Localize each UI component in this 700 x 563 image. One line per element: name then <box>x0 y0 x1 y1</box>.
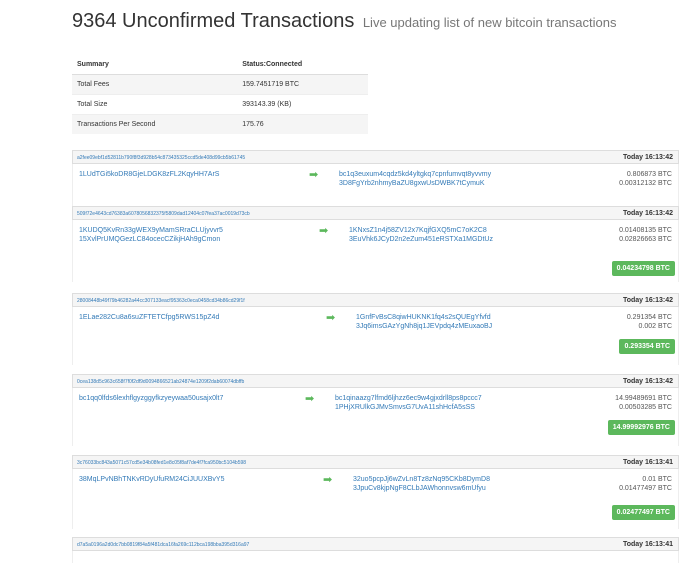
total-value-badge: 14.99992976 BTC <box>607 420 675 435</box>
total-value-badge: 0.04234798 BTC <box>611 261 675 276</box>
transaction-hash-link[interactable]: 0cea138d5c963c658f7f0f2df9d0094866521ab2… <box>77 379 244 385</box>
summary-value: 175.76 <box>237 114 368 134</box>
transaction-hash-link[interactable]: 509f72e4643cd76383a6078056832375f5809dad… <box>77 211 250 217</box>
transaction-outputs: bc1qinaazg7lfmd6ljhzz6ec9w4gjxdrll8ps8pc… <box>335 394 482 412</box>
transaction-header: a2fee09ebf1d52811b790f8f3d928b54c8734353… <box>72 150 679 164</box>
output-address-link[interactable]: 3Jq6imsGAzYgNh8jq1JEVpdq4zMEuxaoBJ <box>356 322 492 331</box>
transaction-time: Today 16:13:41 <box>622 459 673 466</box>
output-value: 0.00503285 BTC <box>619 404 672 411</box>
output-address-link[interactable]: bc1qinaazg7lfmd6ljhzz6ec9w4gjxdrll8ps8pc… <box>335 394 482 403</box>
transaction-values: 0.01408135 BTC 0.02826663 BTC <box>619 226 672 244</box>
transaction-inputs: 1ELae282Cu8a6suZFTETCfpg5RWS15pZ4d <box>79 313 219 322</box>
transaction-card: 3c76033bc843a5071c57cd5e34b08fed1e8c05f8… <box>72 455 679 529</box>
transaction-time: Today 16:13:42 <box>622 297 673 304</box>
summary-label: Total Size <box>72 94 238 115</box>
table-row: Total Fees 159.7451719 BTC <box>72 74 368 95</box>
output-address-link[interactable]: bc1q3euxum4cqdz5kd4yltgkq7cpnfumvqt8yvvm… <box>339 170 491 179</box>
transaction-hash-link[interactable]: 28008448b49f79b46282a44cc307133eacf95363… <box>77 298 245 304</box>
transaction-time: Today 16:13:41 <box>622 541 673 548</box>
transaction-header: 3c76033bc843a5071c57cd5e34b08fed1e8c05f8… <box>72 455 679 469</box>
transaction-time: Today 16:13:42 <box>622 154 673 161</box>
input-address-link[interactable]: 1ELae282Cu8a6suZFTETCfpg5RWS15pZ4d <box>79 313 219 322</box>
output-address-link[interactable]: 1KNxsZ1n4j58ZV12x7KqjfGXQ5mC7oK2C8 <box>349 226 493 235</box>
arrow-right-icon: ➡ <box>323 474 333 486</box>
transaction-card: a2fee09ebf1d52811b790f8f3d928b54c8734353… <box>72 150 679 211</box>
transaction-outputs: bc1q3euxum4cqdz5kd4yltgkq7cpnfumvqt8yvvm… <box>339 170 491 188</box>
summary-label: Total Fees <box>72 74 238 95</box>
transaction-values: 14.99489691 BTC 0.00503285 BTC <box>615 394 672 412</box>
table-row: Transactions Per Second 175.76 <box>72 114 368 134</box>
transaction-inputs: bc1qq0lfds6lexhflgyzggyfkzyeywaa50usajx0… <box>79 394 223 403</box>
transaction-hash-link[interactable]: d7a5a0196a2d0dc7bb0819f84a5f481dca16fa26… <box>77 542 249 548</box>
output-value: 0.02826663 BTC <box>619 236 672 243</box>
transaction-inputs: 1LUdTGi5koDR8GjeLDGK8zFL2KqyHH7ArS <box>79 170 219 179</box>
transaction-time: Today 16:13:42 <box>622 210 673 217</box>
transaction-outputs: 1GnfFvBsC8qiwHUKNK1fq4s2sQUEgYfvfd 3Jq6i… <box>356 313 492 331</box>
input-address-link[interactable]: 38MqLPvNBhTNKvRDyUfuRM24CiJUUXBvY5 <box>79 475 225 484</box>
output-address-link[interactable]: 1GnfFvBsC8qiwHUKNK1fq4s2sQUEgYfvfd <box>356 313 492 322</box>
transaction-outputs: 1KNxsZ1n4j58ZV12x7KqjfGXQ5mC7oK2C8 3EuVh… <box>349 226 493 244</box>
transaction-body <box>72 551 679 563</box>
output-value: 0.00312132 BTC <box>619 180 672 187</box>
transaction-card: d7a5a0196a2d0dc7bb0819f84a5f481dca16fa26… <box>72 537 679 563</box>
arrow-right-icon: ➡ <box>305 393 315 405</box>
arrow-right-icon: ➡ <box>309 169 319 181</box>
transaction-body: 1LUdTGi5koDR8GjeLDGK8zFL2KqyHH7ArS ➡ bc1… <box>72 164 679 211</box>
summary-header-label: Summary <box>72 55 238 75</box>
page: 9364 Unconfirmed Transactions Live updat… <box>0 0 700 563</box>
transaction-values: 0.806873 BTC 0.00312132 BTC <box>619 170 672 188</box>
arrow-right-icon: ➡ <box>326 312 336 324</box>
transaction-card: 509f72e4643cd76383a6078056832375f5809dad… <box>72 206 679 282</box>
transaction-inputs: 1KUDQ5KvRn33gWEX9yMamSRraCLUjyvvr5 15Xvl… <box>79 226 223 244</box>
transaction-card: 0cea138d5c963c658f7f0f2df9d0094866521ab2… <box>72 374 679 446</box>
page-heading: 9364 Unconfirmed Transactions <box>72 10 355 32</box>
output-value: 0.01 BTC <box>642 476 672 483</box>
output-address-link[interactable]: 3D8FgYrb2nhmyBaZU8gxwUsDWBK7tCymuK <box>339 179 491 188</box>
input-address-link[interactable]: 1KUDQ5KvRn33gWEX9yMamSRraCLUjyvvr5 <box>79 226 223 235</box>
input-address-link[interactable]: 15XvlPrUMQGezLC84ocecCZikjHAh9gCmon <box>79 235 223 244</box>
output-value: 0.291354 BTC <box>626 314 672 321</box>
transaction-header: 28008448b49f79b46282a44cc307133eacf95363… <box>72 293 679 307</box>
output-value: 0.01408135 BTC <box>619 227 672 234</box>
page-subtitle: Live updating list of new bitcoin transa… <box>362 15 617 30</box>
summary-label: Transactions Per Second <box>72 114 238 134</box>
summary-table: Summary Status:Connected Total Fees 159.… <box>72 55 368 134</box>
summary-value: 159.7451719 BTC <box>237 74 368 95</box>
transaction-values: 0.291354 BTC 0.002 BTC <box>627 313 672 331</box>
transaction-body: 1KUDQ5KvRn33gWEX9yMamSRraCLUjyvvr5 15Xvl… <box>72 220 679 282</box>
total-value-badge: 0.293354 BTC <box>619 339 675 354</box>
transaction-hash-link[interactable]: 3c76033bc843a5071c57cd5e34b08fed1e8c05f8… <box>77 460 246 466</box>
page-title: 9364 Unconfirmed Transactions Live updat… <box>72 10 616 33</box>
table-row: Total Size 393143.39 (KB) <box>72 94 368 115</box>
transaction-header: 509f72e4643cd76383a6078056832375f5809dad… <box>72 206 679 220</box>
transaction-card: 28008448b49f79b46282a44cc307133eacf95363… <box>72 293 679 365</box>
transaction-header: 0cea138d5c963c658f7f0f2df9d0094866521ab2… <box>72 374 679 388</box>
input-address-link[interactable]: bc1qq0lfds6lexhflgyzggyfkzyeywaa50usajx0… <box>79 394 223 403</box>
transaction-header: d7a5a0196a2d0dc7bb0819f84a5f481dca16fa26… <box>72 537 679 551</box>
output-value: 0.01477497 BTC <box>619 485 672 492</box>
summary-header-status: Status:Connected <box>237 55 368 75</box>
output-address-link[interactable]: 3JpuCv8kjpNgF8CLbJAWhonnvsw6mUfyu <box>353 484 490 493</box>
output-address-link[interactable]: 3EuVhk6JCyD2n2eZum451eRSTXa1MGDtUz <box>349 235 493 244</box>
transaction-body: 38MqLPvNBhTNKvRDyUfuRM24CiJUUXBvY5 ➡ 32u… <box>72 469 679 529</box>
output-value: 0.806873 BTC <box>626 171 672 178</box>
transaction-time: Today 16:13:42 <box>622 378 673 385</box>
output-address-link[interactable]: 32uo5pcpJj6wZvLn8Tz8zNq95CKb8DymD8 <box>353 475 490 484</box>
arrow-right-icon: ➡ <box>319 225 329 237</box>
output-value: 0.002 BTC <box>638 323 672 330</box>
total-value-badge: 0.02477497 BTC <box>611 505 675 520</box>
transaction-body: 1ELae282Cu8a6suZFTETCfpg5RWS15pZ4d ➡ 1Gn… <box>72 307 679 365</box>
transaction-hash-link[interactable]: a2fee09ebf1d52811b790f8f3d928b54c8734353… <box>77 155 245 161</box>
transaction-outputs: 32uo5pcpJj6wZvLn8Tz8zNq95CKb8DymD8 3JpuC… <box>353 475 490 493</box>
transaction-inputs: 38MqLPvNBhTNKvRDyUfuRM24CiJUUXBvY5 <box>79 475 225 484</box>
input-address-link[interactable]: 1LUdTGi5koDR8GjeLDGK8zFL2KqyHH7ArS <box>79 170 219 179</box>
summary-value: 393143.39 (KB) <box>237 94 368 115</box>
transaction-body: bc1qq0lfds6lexhflgyzggyfkzyeywaa50usajx0… <box>72 388 679 446</box>
output-value: 14.99489691 BTC <box>615 395 672 402</box>
output-address-link[interactable]: 1PHjXRUlkGJMvSmvsG7UvA11shHcfA5sSS <box>335 403 482 412</box>
transaction-values: 0.01 BTC 0.01477497 BTC <box>619 475 672 493</box>
